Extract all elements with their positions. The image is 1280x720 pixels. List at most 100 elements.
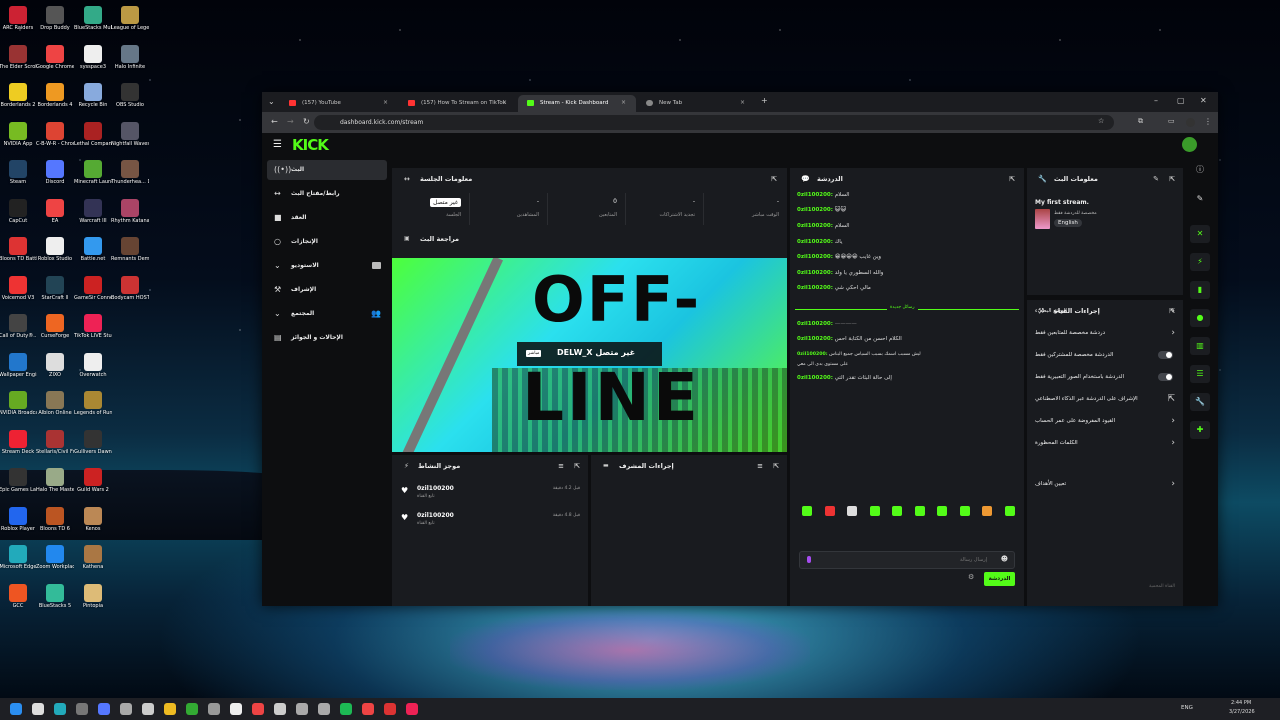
desktop-icon[interactable]: C-B-W-R - Chrome — [36, 121, 74, 156]
sidebar-item-referrals[interactable]: ▤ الإحالات و الجوائز — [267, 328, 387, 348]
chrome-icon[interactable] — [252, 703, 264, 715]
desktop-icon[interactable]: Wallpaper Engine — [0, 352, 37, 387]
edge-icon[interactable] — [54, 703, 66, 715]
chrome-icon[interactable] — [384, 703, 396, 715]
tab-search-icon[interactable]: ⌄ — [268, 97, 275, 106]
desktop-icon[interactable]: Battle.net — [74, 237, 112, 271]
dots-icon[interactable] — [296, 703, 308, 715]
chat-username[interactable]: 0zil100200: — [797, 336, 833, 342]
chat-username[interactable]: 0zil100200: — [797, 285, 833, 291]
desktop-icon[interactable]: Rhythm Katana Demo — [111, 198, 149, 233]
sidebar-item-contract[interactable]: ■ العقد — [267, 208, 387, 228]
desktop-icon[interactable]: Pintopia — [74, 583, 112, 618]
send-chat-button[interactable]: الدردشة — [984, 572, 1015, 586]
chat-username[interactable]: 0zil100200: — [797, 207, 833, 213]
desktop-icon[interactable]: Recycle Bin — [74, 83, 112, 117]
desktop-icon[interactable]: OBS Studio — [111, 83, 149, 117]
sidebar-item-studio[interactable]: ⌄ الاستوديو — [267, 256, 387, 276]
settings-icon[interactable] — [120, 703, 132, 715]
desktop-icon[interactable]: sysspace3 — [74, 44, 112, 79]
set-goals-row[interactable]: تعيين الأهداف › — [1035, 476, 1175, 494]
chat-input[interactable]: إرسال رسالة ☻ — [799, 551, 1015, 569]
emote-icon[interactable] — [802, 506, 812, 516]
desktop-icon[interactable]: Roblox Studio — [36, 237, 74, 271]
new-tab-icon[interactable]: + — [761, 96, 768, 105]
chat-icon[interactable]: ● — [1190, 309, 1210, 327]
external-link-icon[interactable]: ⇱ — [1167, 394, 1175, 404]
profile-avatar-icon[interactable] — [1186, 118, 1195, 127]
desktop-icon[interactable]: Bloons TD 6 — [36, 506, 74, 541]
filter-icon[interactable]: ≡ — [558, 462, 564, 470]
desktop-icon[interactable]: Drop Buddy — [36, 6, 74, 40]
desktop-icon[interactable]: NVIDIA App — [0, 121, 37, 156]
menu-dots-icon[interactable]: ⋮ — [1204, 117, 1212, 126]
channel-action-row[interactable]: دردشة مخصصة للمتابعين فقط › — [1035, 325, 1175, 343]
folder-icon[interactable] — [164, 703, 176, 715]
desktop-icon[interactable]: Kenos — [74, 506, 112, 541]
steam-icon[interactable] — [142, 703, 154, 715]
chevron-right-icon[interactable]: › — [1171, 479, 1175, 489]
info-icon[interactable]: ⓘ — [1190, 161, 1210, 179]
chat-username[interactable]: 0zil100200: — [797, 270, 833, 276]
puzzle-icon[interactable]: ✚ — [1190, 421, 1210, 439]
desktop-icon[interactable]: Halo The Master Chi... — [36, 468, 74, 502]
desktop-icon[interactable]: BlueStacks Multi-Insta... — [74, 6, 112, 40]
file-explorer-icon[interactable] — [76, 703, 88, 715]
chat-username[interactable]: 0zil100200: — [797, 192, 833, 198]
channel-action-row[interactable]: القيود المفروضة على عمر الحساب › — [1035, 413, 1175, 431]
sidebar-item-stream[interactable]: ((•)) البث — [267, 160, 387, 180]
desktop-icon[interactable]: ZIXO — [36, 352, 74, 387]
xbox-icon[interactable] — [186, 703, 198, 715]
popout-icon[interactable]: ⇱ — [1009, 175, 1015, 183]
chevron-right-icon[interactable]: › — [1171, 416, 1175, 426]
channel-action-row[interactable]: الدردشة مخصصة للمشتركين فقط — [1035, 347, 1175, 365]
channel-action-row[interactable]: الإشراف على الدردشة عبر الذكاء الاصطناعي… — [1035, 391, 1175, 409]
tab-youtube-tiktok[interactable]: (157) How To Stream on TikTok × — [399, 95, 517, 112]
gear-icon[interactable] — [208, 703, 220, 715]
emote-icon[interactable] — [847, 506, 857, 516]
desktop-icon[interactable]: EA — [36, 198, 74, 233]
emote-icon[interactable] — [824, 506, 835, 516]
activity-user[interactable]: 0zil100200 — [417, 512, 454, 519]
desktop-icon[interactable]: Minecraft Launcher — [74, 160, 112, 194]
chevron-right-icon[interactable]: › — [1171, 328, 1175, 338]
close-icon[interactable]: × — [383, 99, 388, 106]
popout-icon[interactable]: ⇱ — [771, 175, 777, 183]
popout-icon[interactable]: ⇱ — [574, 462, 580, 470]
desktop-icon[interactable]: Epic Games Launcher — [0, 468, 37, 502]
chat-username[interactable]: 0zil100200: — [797, 375, 833, 381]
emoji-icon[interactable]: ☻ — [1001, 555, 1008, 563]
desktop-icon[interactable]: Stream Deck — [0, 429, 37, 464]
search-icon[interactable] — [32, 703, 44, 715]
tab-youtube[interactable]: (157) YouTube × — [280, 95, 398, 112]
desktop-icon[interactable]: TikTok LIVE Studio — [74, 314, 112, 348]
desktop-icon[interactable]: Steam — [0, 160, 37, 194]
desktop-icon[interactable]: Borderlands 4 — [36, 83, 74, 117]
channel-action-row[interactable]: الوضع البطيء › — [1035, 303, 1175, 321]
bookmark-star-icon[interactable]: ☆ — [1098, 117, 1104, 125]
sidebar-item-achievements[interactable]: ○ الإنجازات — [267, 232, 387, 252]
desktop-icon[interactable]: Kathena — [74, 545, 112, 579]
maximize-icon[interactable]: ▢ — [1177, 96, 1185, 105]
minimize-icon[interactable]: – — [1154, 96, 1158, 105]
toggle-switch[interactable] — [1158, 351, 1173, 359]
app-icon[interactable] — [274, 703, 286, 715]
emote-icon[interactable] — [937, 506, 947, 516]
popout-icon[interactable]: ⇱ — [773, 462, 779, 470]
desktop-icon[interactable]: Halo Infinite — [111, 44, 149, 79]
desktop-icon[interactable]: Discord — [36, 160, 74, 194]
spotify-icon[interactable] — [340, 703, 352, 715]
emote-icon[interactable] — [914, 506, 925, 516]
desktop-icon[interactable]: Call of Duty®... — [0, 314, 37, 348]
language-indicator[interactable]: ENG — [1181, 705, 1193, 711]
chat-username[interactable]: 0zil100200: — [797, 239, 833, 245]
app-icon[interactable] — [318, 703, 330, 715]
edit-icon[interactable]: ✎ — [1190, 190, 1210, 208]
desktop-icon[interactable]: ARC Raiders — [0, 6, 37, 40]
window-close-icon[interactable]: ✕ — [1200, 96, 1207, 105]
desktop-icon[interactable]: Microsoft Edge — [0, 545, 37, 579]
close-box-icon[interactable]: ✕ — [1190, 225, 1210, 243]
desktop-icon[interactable]: League of Legends — [111, 6, 149, 40]
forward-icon[interactable]: → — [287, 117, 294, 126]
discord-icon[interactable] — [98, 703, 110, 715]
